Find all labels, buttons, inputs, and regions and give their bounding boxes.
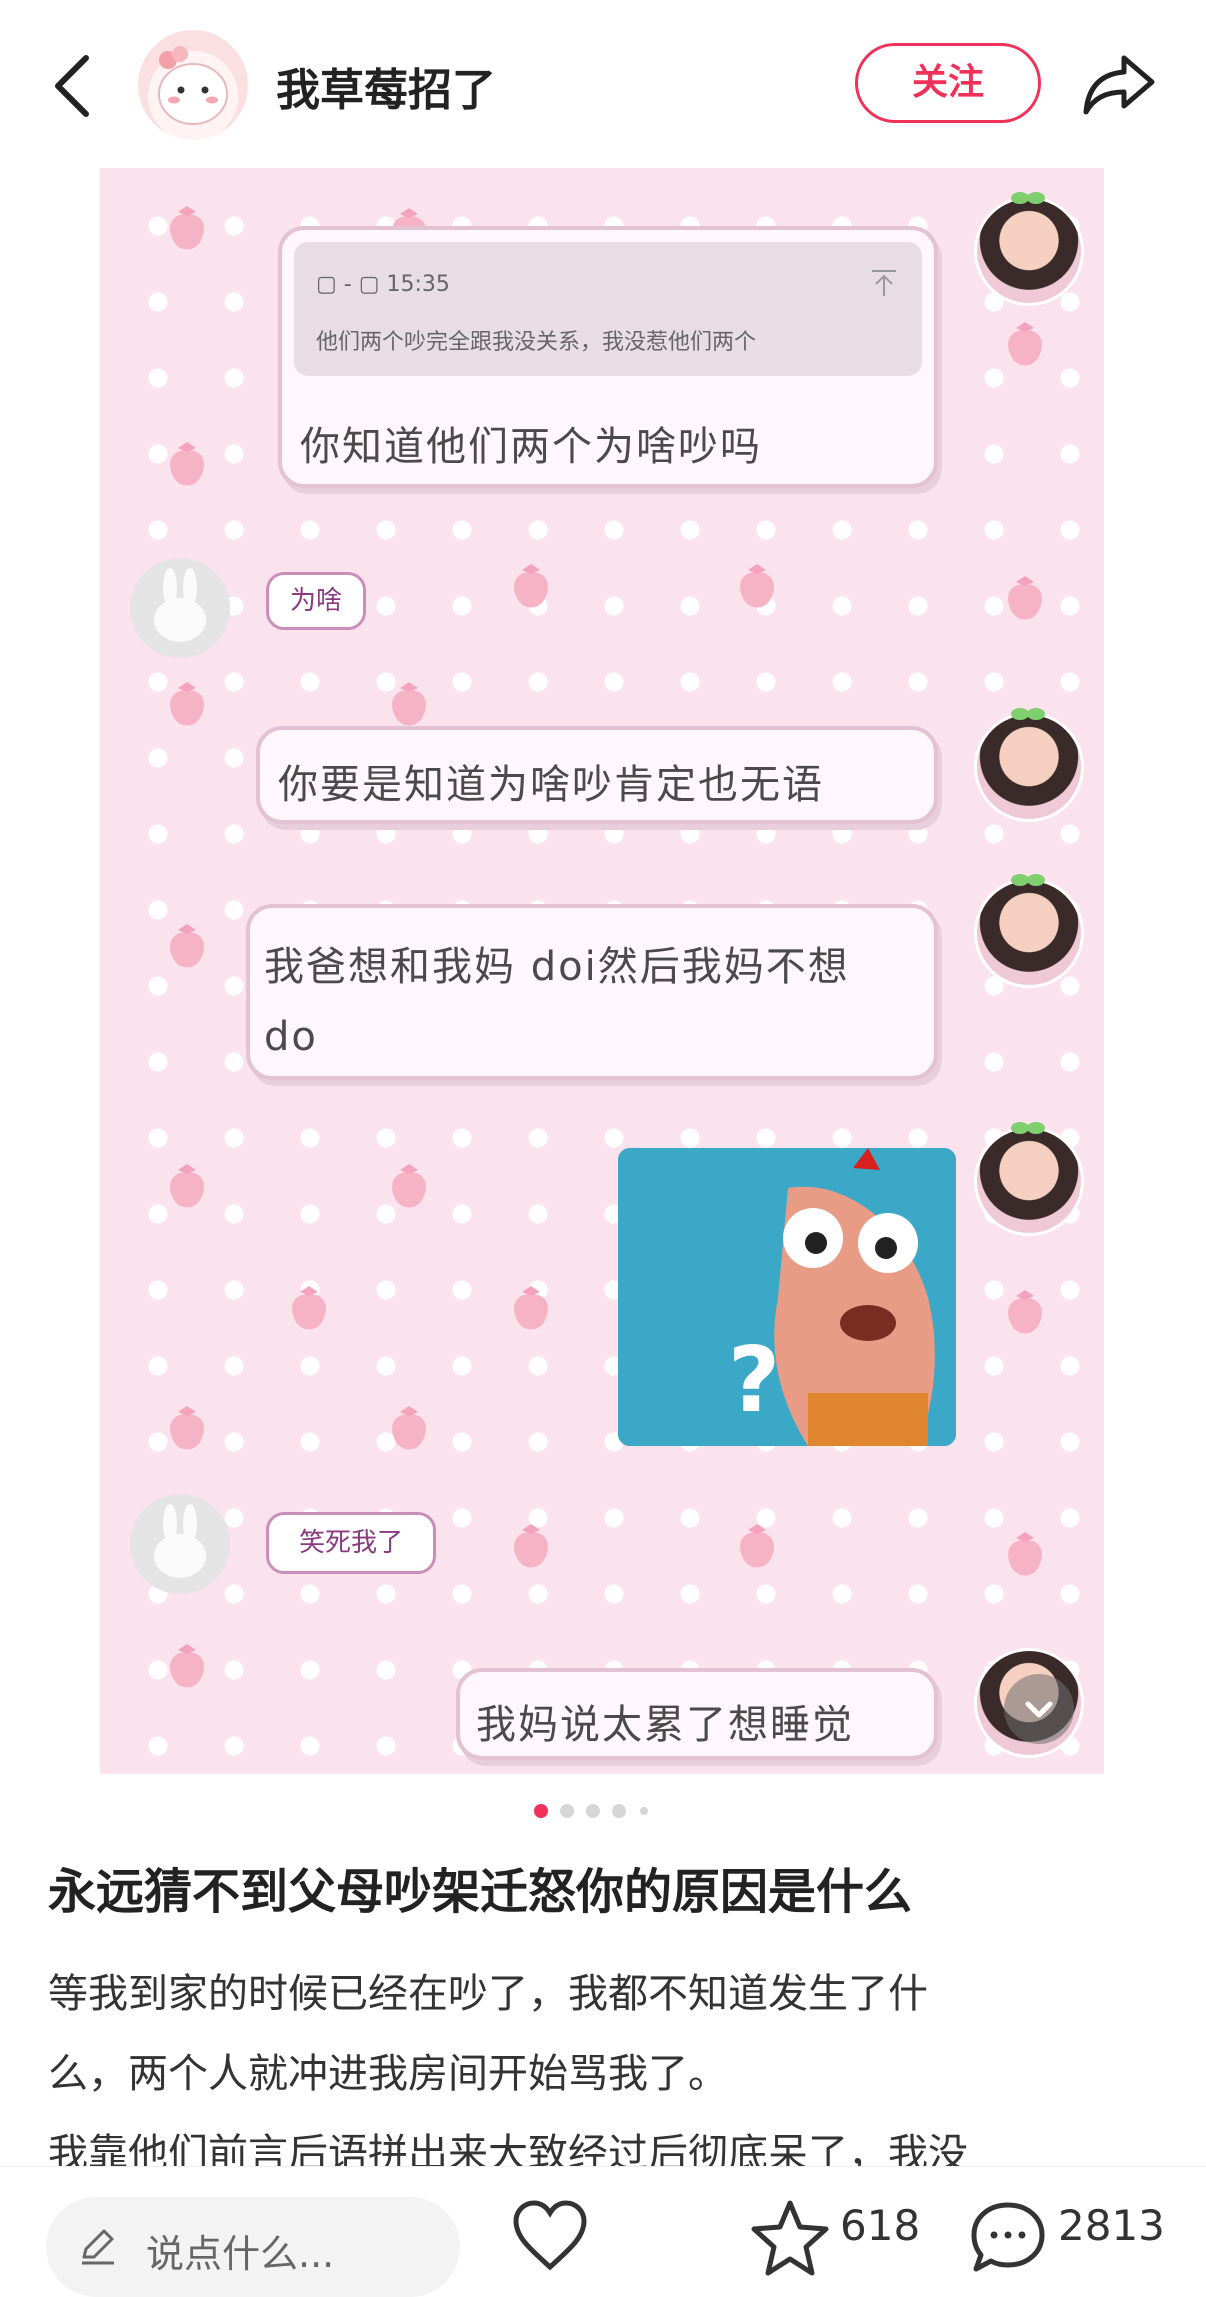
post-body-line: 么，两个人就冲进我房间开始骂我了。	[48, 2051, 728, 2097]
bunny-avatar-icon	[154, 1504, 206, 1578]
strawberry-icon	[170, 682, 204, 726]
strawberry-icon	[1008, 322, 1042, 366]
message-text: do	[264, 1014, 318, 1060]
back-arrow-icon[interactable]	[44, 48, 104, 124]
chat-image-message[interactable]: ?	[618, 1148, 956, 1446]
post-body-line: 等我到家的时候已经在吵了，我都不知道发生了什	[48, 1971, 928, 2017]
message-text: 我爸想和我妈 doi然后我妈不想	[264, 944, 850, 990]
comment-count: 2813	[1058, 2201, 1165, 2250]
strawberry-icon	[1008, 576, 1042, 620]
right-user-avatar	[974, 196, 1084, 306]
comment-bubble-icon[interactable]	[968, 2197, 1048, 2277]
sprout-icon	[1011, 708, 1045, 720]
sprout-icon	[1011, 874, 1045, 886]
chevron-down-icon	[1025, 1701, 1053, 1718]
message-text: 你知道他们两个为啥吵吗	[300, 424, 762, 470]
strawberry-icon	[292, 1286, 326, 1330]
left-user-avatar	[130, 1494, 230, 1594]
post-title: 永远猜不到父母吵架迁怒你的原因是什么	[48, 1864, 913, 1920]
carousel-indicator	[534, 1804, 674, 1820]
carousel-dot[interactable]	[586, 1804, 600, 1818]
message-text: 我妈说太累了想睡觉	[476, 1702, 854, 1748]
like-heart-icon[interactable]	[510, 2197, 590, 2277]
strawberry-icon	[392, 1406, 426, 1450]
quote-time: 15:35	[386, 272, 450, 297]
strawberry-icon	[740, 564, 774, 608]
right-user-avatar	[974, 878, 1084, 988]
strawberry-icon	[170, 1644, 204, 1688]
strawberry-icon	[514, 564, 548, 608]
strawberry-icon	[170, 206, 204, 250]
cartoon-face-illustration	[618, 1148, 956, 1446]
author-name[interactable]: 我草莓招了	[276, 54, 496, 118]
question-mark: ?	[728, 1328, 781, 1433]
avatar-illustration	[158, 46, 228, 125]
follow-button[interactable]: 关注	[855, 43, 1041, 123]
carousel-dot[interactable]	[560, 1804, 574, 1818]
comment-input[interactable]: 说点什么...	[46, 2197, 460, 2297]
quoted-message: ▢ - ▢ 15:35 他们两个吵完全跟我没关系，我没惹他们两个	[294, 242, 922, 376]
quote-header: ▢ - ▢ 15:35	[316, 272, 450, 297]
message-text: 你要是知道为啥吵肯定也无语	[278, 762, 824, 808]
left-user-avatar	[130, 558, 230, 658]
carousel-dot[interactable]	[612, 1804, 626, 1818]
strawberry-icon	[170, 442, 204, 486]
bunny-avatar-icon	[154, 568, 206, 642]
star-icon[interactable]	[750, 2197, 830, 2277]
star-count: 618	[840, 2201, 921, 2250]
pin-top-icon	[872, 270, 896, 296]
chat-bubble-right: 我妈说太累了想睡觉	[456, 1668, 938, 1760]
strawberry-icon	[392, 682, 426, 726]
right-user-avatar	[974, 712, 1084, 822]
carousel-dot-active[interactable]	[534, 1804, 548, 1818]
share-icon[interactable]	[1080, 48, 1160, 120]
strawberry-icon	[1008, 1290, 1042, 1334]
strawberry-icon	[170, 924, 204, 968]
chat-bubble-right: ▢ - ▢ 15:35 他们两个吵完全跟我没关系，我没惹他们两个 你知道他们两个…	[278, 226, 938, 488]
chat-bubble-right: 你要是知道为啥吵肯定也无语	[256, 726, 938, 824]
strawberry-icon	[170, 1406, 204, 1450]
post-image-chat-screenshot[interactable]: ▢ - ▢ 15:35 他们两个吵完全跟我没关系，我没惹他们两个 你知道他们两个…	[100, 168, 1104, 1774]
strawberry-icon	[392, 1164, 426, 1208]
chat-bubble-left: 为啥	[266, 572, 366, 630]
sprout-icon	[1011, 192, 1045, 204]
strawberry-icon	[170, 1164, 204, 1208]
chat-bubble-right: 我爸想和我妈 doi然后我妈不想 do	[246, 904, 938, 1080]
top-bar: 我草莓招了 关注	[0, 0, 1206, 168]
right-user-avatar	[974, 1126, 1084, 1236]
carousel-dot[interactable]	[640, 1807, 648, 1815]
bottom-action-bar: 说点什么... 618 2813	[0, 2166, 1206, 2297]
strawberry-icon	[740, 1524, 774, 1568]
scroll-down-button[interactable]	[1004, 1674, 1074, 1744]
strawberry-icon	[1008, 1532, 1042, 1576]
strawberry-icon	[514, 1286, 548, 1330]
quote-text: 他们两个吵完全跟我没关系，我没惹他们两个	[316, 330, 757, 355]
comment-placeholder: 说点什么...	[146, 2232, 335, 2276]
author-avatar[interactable]	[138, 30, 248, 140]
post-body: 等我到家的时候已经在吵了，我都不知道发生了什 么，两个人就冲进我房间开始骂我了。…	[48, 1954, 1168, 2194]
strawberry-icon	[514, 1524, 548, 1568]
chat-bubble-left: 笑死我了	[266, 1512, 436, 1574]
sprout-icon	[1011, 1122, 1045, 1134]
pencil-icon	[82, 2229, 114, 2265]
